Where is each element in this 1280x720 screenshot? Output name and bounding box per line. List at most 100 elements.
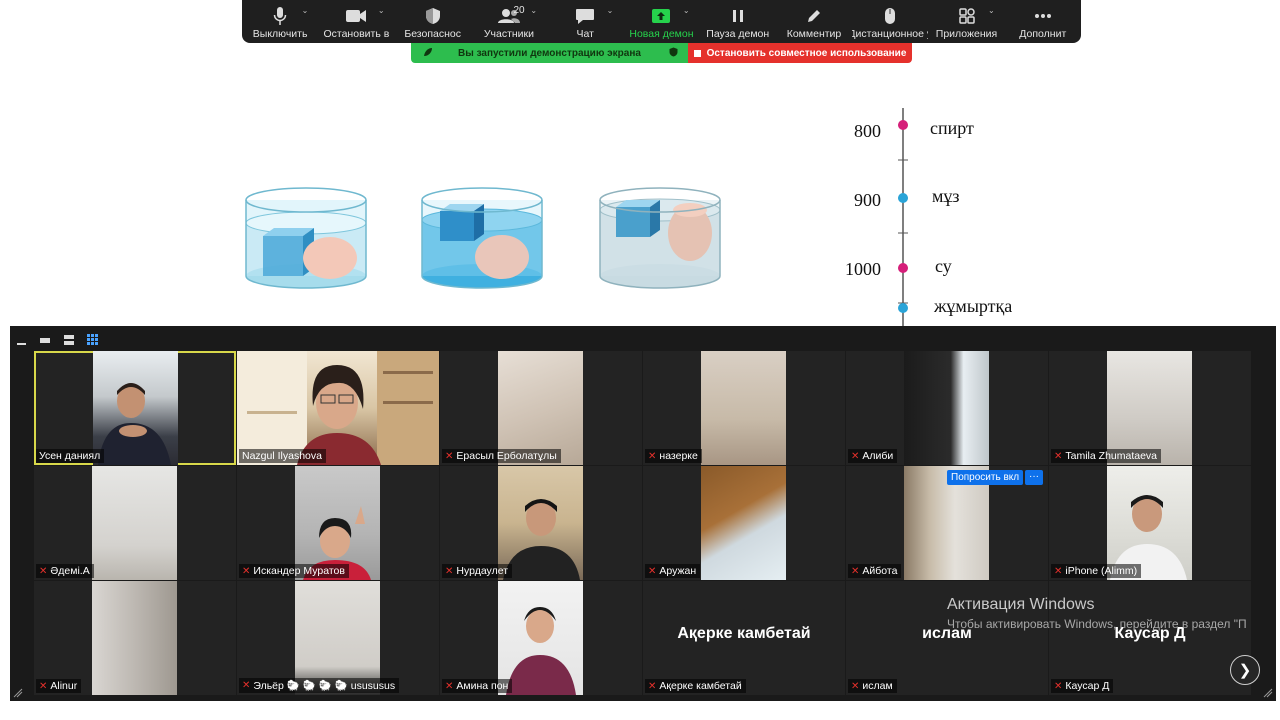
participant-name-tag: ✕ Алиби xyxy=(848,449,898,463)
participant-name-tag: ✕ Аружан xyxy=(645,564,701,578)
gallery-view-icon[interactable] xyxy=(86,334,100,346)
marker-ice xyxy=(898,193,908,203)
participants-label: Участники xyxy=(483,28,535,40)
muted-mic-icon: ✕ xyxy=(445,450,454,462)
chevron-down-icon[interactable]: ⌄ xyxy=(302,6,309,15)
participant-name-tag: ✕ Искандер Муратов xyxy=(239,564,349,578)
muted-mic-icon: ✕ xyxy=(851,680,860,692)
video-tile[interactable]: ✕ Нурдаулет xyxy=(440,466,642,580)
more-options-button[interactable]: ··· xyxy=(1025,470,1043,485)
leaf-icon xyxy=(423,47,433,60)
new-share-label: Новая демон xyxy=(629,28,694,40)
meeting-toolbar: ⌄ Выключить ⌄ Остановить в Безопаснос 20… xyxy=(242,0,1081,43)
apps-label: Приложения xyxy=(935,28,998,40)
participant-name-tag: Усен даниял xyxy=(36,449,105,463)
mute-button[interactable]: ⌄ Выключить xyxy=(242,0,318,43)
annotate-label: Комментир xyxy=(786,28,842,40)
muted-mic-icon: ✕ xyxy=(39,680,48,692)
video-tile[interactable]: ✕ Алиби xyxy=(846,351,1048,465)
pause-share-label: Пауза демон xyxy=(706,28,770,40)
participant-name-tag: ✕ Әдемі.А xyxy=(36,564,94,578)
participant-name-tag: ✕ Амина пон xyxy=(442,679,513,693)
video-tile[interactable]: ✕ назерке xyxy=(643,351,845,465)
chevron-down-icon[interactable]: ⌄ xyxy=(988,6,995,15)
video-tile[interactable]: ✕ Alinur xyxy=(34,581,236,695)
video-feed xyxy=(1107,351,1192,465)
video-feed xyxy=(93,351,178,465)
video-tile[interactable]: ✕ Эльёр 🐑 🐑 🐑 🐑 usususus xyxy=(237,581,439,695)
muted-mic-icon: ✕ xyxy=(648,450,657,462)
video-feed xyxy=(904,351,989,465)
chevron-down-icon[interactable]: ⌄ xyxy=(530,6,537,15)
windows-activation-watermark: Активация Windows Чтобы активировать Win… xyxy=(947,596,1247,631)
new-share-button[interactable]: ⌄ Новая демон xyxy=(623,0,699,43)
stop-share-button[interactable]: Остановить совместное использование xyxy=(688,43,912,63)
annotate-button[interactable]: Комментир xyxy=(776,0,852,43)
strip-view-icon[interactable] xyxy=(62,334,76,346)
participant-name: Айбота xyxy=(862,565,898,577)
video-tile[interactable]: ✕ Амина пон xyxy=(440,581,642,695)
apps-button[interactable]: ⌄ Приложения xyxy=(928,0,1004,43)
resize-handle-icon[interactable] xyxy=(13,688,23,698)
muted-mic-icon: ✕ xyxy=(851,565,860,577)
video-tile[interactable]: ✕ Аружан xyxy=(643,466,845,580)
video-tile[interactable]: ✕ Ерасыл Ерболатұлы xyxy=(440,351,642,465)
scale-value-1000: 1000 xyxy=(845,259,881,279)
sharing-status-text: Вы запустили демонстрацию экрана xyxy=(458,47,641,59)
participants-button[interactable]: 20 ⌄ Участники xyxy=(471,0,547,43)
participant-name-tag: ✕ Айбота xyxy=(848,564,902,578)
next-page-button[interactable]: ❯ xyxy=(1230,655,1260,685)
video-tile[interactable]: ✕ iPhone (Alimm) xyxy=(1049,466,1251,580)
video-tile[interactable]: ✕ Әдемі.А xyxy=(34,466,236,580)
gallery-view-controls xyxy=(16,332,100,348)
participant-name-tag: ✕ Эльёр 🐑 🐑 🐑 🐑 usususus xyxy=(239,678,400,693)
muted-mic-icon: ✕ xyxy=(648,565,657,577)
participant-name: ислам xyxy=(862,680,893,692)
ask-to-unmute-button[interactable]: Попросить вкл xyxy=(947,470,1024,485)
video-tile[interactable]: Ақерке камбетай ✕ Ақерке камбетай xyxy=(643,581,845,695)
participant-name: назерке xyxy=(659,450,698,462)
security-label: Безопаснос xyxy=(404,28,462,40)
chevron-down-icon[interactable]: ⌄ xyxy=(378,6,385,15)
activation-subtitle: Чтобы активировать Windows, перейдите в … xyxy=(947,617,1247,631)
participant-name-tag: Nazgul Ilyashova xyxy=(239,449,326,463)
video-gallery: Усен даниял Nazgul Ilyashova ✕ Ерасыл Ерб… xyxy=(10,326,1276,701)
muted-mic-icon: ✕ xyxy=(242,565,251,577)
video-tile[interactable]: Усен даниял xyxy=(34,351,236,465)
beaker-2 xyxy=(421,187,543,289)
participant-name: Искандер Муратов xyxy=(253,565,345,577)
security-button[interactable]: Безопаснос xyxy=(395,0,471,43)
participant-name-tag: ✕ iPhone (Alimm) xyxy=(1051,564,1142,578)
chat-bubble-icon xyxy=(575,6,595,26)
participant-name-tag: ✕ Alinur xyxy=(36,679,82,693)
marker-egg xyxy=(898,303,908,313)
speaker-view-icon[interactable] xyxy=(38,334,52,346)
density-scale-axis xyxy=(898,108,908,333)
chevron-down-icon[interactable]: ⌄ xyxy=(607,6,614,15)
participant-name: Ерасыл Ерболатұлы xyxy=(456,450,557,462)
video-tile[interactable]: ✕ Искандер Муратов xyxy=(237,466,439,580)
video-tile[interactable]: ✕ Tamila Zhumataeva xyxy=(1049,351,1251,465)
minimize-icon[interactable] xyxy=(16,334,28,346)
pause-icon xyxy=(731,6,745,26)
video-tile[interactable]: ✕ Айбота Попросить вкл ··· xyxy=(846,466,1048,580)
share-screen-icon xyxy=(651,6,671,26)
scale-label-egg: жұмыртқа xyxy=(934,296,1013,316)
participant-name-tag: ✕ ислам xyxy=(848,679,897,693)
participant-name: Nazgul Ilyashova xyxy=(242,450,322,462)
chat-button[interactable]: ⌄ Чат xyxy=(547,0,623,43)
stop-icon xyxy=(693,49,701,57)
shield-icon xyxy=(669,47,678,60)
more-button[interactable]: Дополнит xyxy=(1005,0,1081,43)
stop-video-button[interactable]: ⌄ Остановить в xyxy=(318,0,394,43)
stop-share-label: Остановить совместное использование xyxy=(706,47,907,59)
video-feed xyxy=(701,466,786,580)
video-feed xyxy=(498,466,583,580)
remote-control-button[interactable]: Дистанционное у xyxy=(852,0,928,43)
pause-share-button[interactable]: Пауза демон xyxy=(700,0,776,43)
chevron-down-icon[interactable]: ⌄ xyxy=(683,6,690,15)
stop-video-label: Остановить в xyxy=(323,28,390,40)
resize-handle-icon[interactable] xyxy=(1263,688,1273,698)
participant-name: Усен даниял xyxy=(39,450,101,462)
video-tile[interactable]: Nazgul Ilyashova xyxy=(237,351,439,465)
